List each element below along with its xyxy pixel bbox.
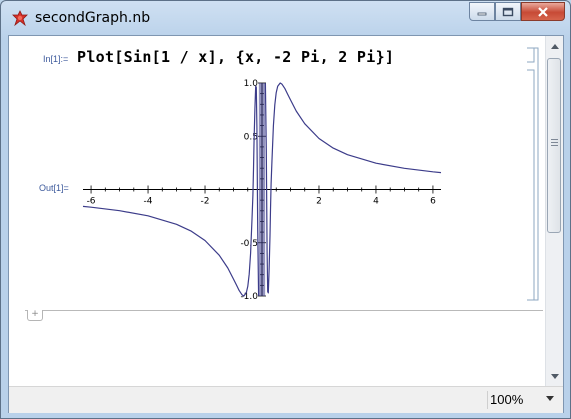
scroll-up-icon — [550, 44, 559, 49]
y-tick-label: -1.0 — [240, 292, 258, 302]
status-bar: 100% — [9, 386, 563, 413]
output-cell-label: Out[1]= — [39, 183, 69, 193]
window-title: secondGraph.nb — [35, 10, 151, 26]
x-tick-label: -6 — [87, 197, 96, 207]
oscillation-band — [258, 83, 266, 296]
plot-series-line-2 — [264, 82, 442, 294]
scroll-grip-line — [551, 145, 558, 146]
add-cell-button[interactable]: + — [27, 310, 43, 321]
notebook-content[interactable]: In[1]:= Plot[Sin[1 / x], {x, -2 Pi, 2 Pi… — [9, 36, 545, 386]
minimize-icon — [477, 12, 487, 15]
y-tick-label: -0.5 — [240, 239, 258, 249]
vertical-scrollbar[interactable] — [545, 36, 563, 386]
scroll-grip-line — [551, 139, 558, 140]
maximize-button[interactable] — [495, 2, 521, 21]
x-tick-label: -4 — [144, 197, 153, 207]
scroll-grip-line — [551, 142, 558, 143]
plot-series-line-1 — [82, 85, 260, 297]
x-tick-label: 6 — [430, 197, 436, 207]
scrollbar-thumb[interactable] — [547, 58, 561, 233]
maximize-icon — [502, 7, 514, 16]
title-bar[interactable]: secondGraph.nb — [1, 1, 570, 35]
window-controls — [469, 2, 565, 21]
close-icon — [538, 6, 548, 17]
y-tick-label: 0.5 — [244, 132, 258, 142]
output-cell-bracket — [527, 69, 535, 301]
zoom-level[interactable]: 100% — [487, 391, 540, 409]
app-window: secondGraph.nb In[1]:= Plot[Sin[1 / x], … — [0, 0, 571, 419]
input-cell-label: In[1]:= — [43, 54, 69, 64]
x-tick-label: 2 — [316, 197, 322, 207]
scroll-down-icon — [550, 374, 559, 379]
minimize-button[interactable] — [469, 2, 495, 21]
cell-brackets[interactable] — [525, 46, 541, 308]
x-tick-label: -2 — [201, 197, 210, 207]
input-cell-code[interactable]: Plot[Sin[1 / x], {x, -2 Pi, 2 Pi}] — [77, 48, 394, 66]
notebook-client-area: In[1]:= Plot[Sin[1 / x], {x, -2 Pi, 2 Pi… — [8, 35, 564, 413]
x-tick-label: 4 — [373, 197, 379, 207]
cell-insertion-line — [25, 310, 543, 311]
input-cell-bracket — [527, 47, 535, 63]
scroll-up-button[interactable] — [546, 38, 563, 55]
scroll-down-button[interactable] — [546, 368, 563, 385]
close-button[interactable] — [521, 2, 565, 21]
zoom-dropdown-icon[interactable] — [546, 396, 554, 401]
mathematica-spikey-icon — [12, 10, 28, 26]
sin-plot-graphic[interactable]: -6 -4 -2 2 4 6-1.0-0.50.51.0 — [77, 77, 447, 302]
